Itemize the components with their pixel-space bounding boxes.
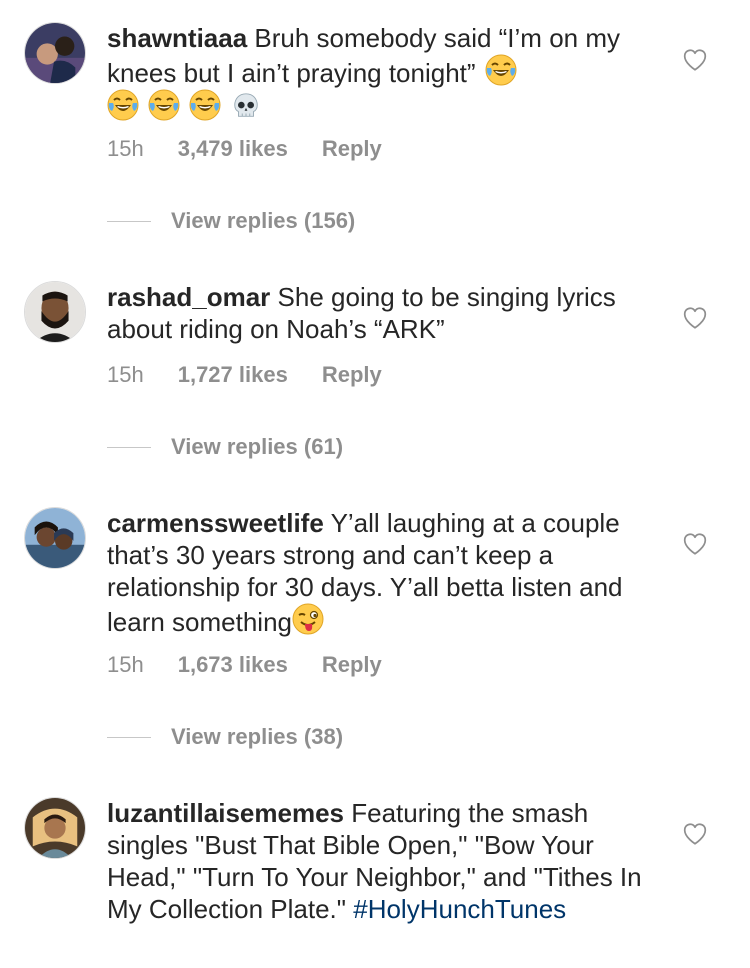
comment-likes-count[interactable]: 1,673 likes [178,652,288,678]
view-replies-button[interactable]: View replies (61) [107,434,343,460]
comment-text-block: luzantillaisememes Featuring the smash s… [107,797,652,925]
comment-likes-count[interactable]: 1,727 likes [178,362,288,388]
comment-username[interactable]: rashad_omar [107,282,270,312]
avatar[interactable] [24,797,86,859]
comment-meta: 15h 1,673 likes Reply [107,652,382,678]
comment-timestamp: 15h [107,136,144,161]
face-with-tears-of-joy-icon [148,89,180,121]
comment-username[interactable]: luzantillaisememes [107,798,344,828]
view-replies-label: View replies (156) [171,208,356,233]
comment-timestamp: 15h [107,362,144,387]
divider-line [107,446,151,448]
heart-outline-icon[interactable] [681,47,709,73]
avatar[interactable] [24,22,86,84]
comment-text-block: shawntiaaa Bruh somebody said “I’m on my… [107,22,652,124]
winking-face-with-tongue-icon [292,603,324,635]
avatar[interactable] [24,507,86,569]
face-with-tears-of-joy-icon [107,89,139,121]
view-replies-button[interactable]: View replies (38) [107,724,343,750]
face-with-tears-of-joy-icon [485,54,517,86]
comment-text-block: rashad_omar She going to be singing lyri… [107,281,652,345]
heart-outline-icon[interactable] [681,305,709,331]
comment-timestamp: 15h [107,652,144,677]
comment-meta: 15h 1,727 likes Reply [107,362,382,388]
hashtag-link[interactable]: #HolyHunchTunes [353,894,566,924]
view-replies-button[interactable]: View replies (156) [107,208,355,234]
reply-button[interactable]: Reply [322,652,382,678]
comment-likes-count[interactable]: 3,479 likes [178,136,288,162]
avatar[interactable] [24,281,86,343]
comment-username[interactable]: carmenssweetlife [107,508,324,538]
reply-button[interactable]: Reply [322,136,382,162]
view-replies-label: View replies (61) [171,434,344,459]
heart-outline-icon[interactable] [681,821,709,847]
view-replies-label: View replies (38) [171,724,344,749]
face-with-tears-of-joy-icon [189,89,221,121]
divider-line [107,736,151,738]
comment-username[interactable]: shawntiaaa [107,23,247,53]
comment-meta: 15h 3,479 likes Reply [107,136,382,162]
reply-button[interactable]: Reply [322,362,382,388]
skull-icon [231,91,261,121]
heart-outline-icon[interactable] [681,531,709,557]
divider-line [107,220,151,222]
comment-text-block: carmenssweetlife Y’all laughing at a cou… [107,507,652,638]
